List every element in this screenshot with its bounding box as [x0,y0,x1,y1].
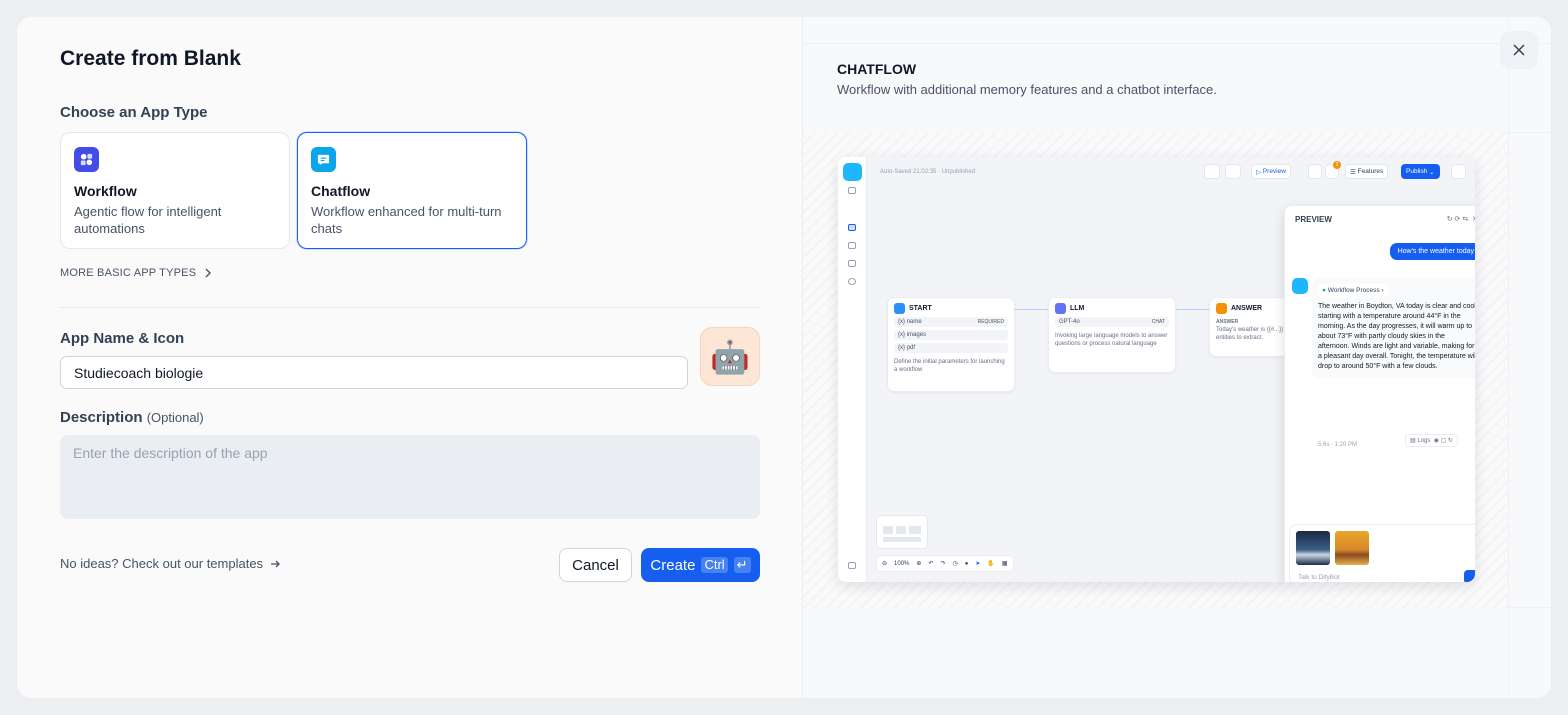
zoom-out-icon: ⊖ [882,561,888,567]
chat-preview-panel: PREVIEW ↻ ⟳ ⇆ ✕ How's the weather today … [1284,205,1475,582]
bot-logo-icon [843,163,862,181]
redo-icon: ↷ [940,561,946,567]
app-name-input[interactable] [60,356,688,389]
chat-preview-header: PREVIEW [1295,215,1332,224]
workflow-icon [74,147,99,172]
description-textarea[interactable] [60,435,760,519]
shortcut-enter: ↵ [733,557,751,573]
note-icon: ● [964,560,969,567]
preview-type-title: CHATFLOW [837,61,917,77]
app-type-workflow-card[interactable]: Workflow Agentic flow for intelligent au… [60,132,290,249]
chevron-right-icon [205,268,212,278]
answer-meta: 5.6s · 1:20 PM [1318,442,1358,448]
layout-icon: ▦ [1001,561,1008,567]
history-icon: ◷ [952,561,958,567]
llm-node: LLM GPT-4o CHAT Invoking large language m… [1048,297,1176,373]
preview-type-description: Workflow with additional memory features… [837,82,1217,97]
zoom-in-icon: ⊕ [916,561,922,567]
chat-input-box: Talk to DifyBot [1289,524,1475,582]
create-app-dialog: Create from Blank Choose an App Type Wor… [17,17,1551,698]
templates-link[interactable]: No ideas? Check out our templates [60,556,281,571]
home-icon [894,303,905,314]
chat-input-placeholder: Talk to DifyBot [1298,574,1340,581]
chatflow-icon [311,147,336,172]
history-icon [1451,164,1466,179]
close-button[interactable] [1500,31,1538,69]
templates-link-label: No ideas? Check out our templates [60,556,264,571]
mountain-thumbnail [1296,531,1330,565]
refresh-icon [1204,164,1220,179]
card-description: Agentic flow for intelligent automations [74,204,222,236]
answer-text: The weather in Boydton, VA today is clea… [1318,303,1475,370]
grid-line [1508,17,1509,698]
robot-icon: 🤖 [710,338,750,375]
history-icon [1308,164,1322,179]
more-app-types-toggle[interactable]: MORE BASIC APP TYPES [60,267,212,279]
divider [60,307,760,308]
workflow-nav-icon [848,224,856,231]
optional-hint: (Optional) [146,410,204,425]
zoom-toolbar: ⊖ 100% ⊕ ↶ ↷ ◷ ● ➤ ✋ ▦ [876,555,1014,572]
undo-icon: ↶ [928,561,934,567]
user-message: How's the weather today [1389,243,1475,260]
create-button-label: Create [650,556,696,574]
dialog-title: Create from Blank [60,47,241,70]
app-type-chatflow-card[interactable]: Chatflow Workflow enhanced for multi-tur… [297,132,527,249]
app-name-label: App Name & Icon [60,330,185,347]
pointer-icon: ➤ [975,561,981,567]
grid-icon [1225,164,1241,179]
answer-icon [1216,303,1227,314]
publish-button: Publish ⌄ [1401,164,1440,179]
card-description: Workflow enhanced for multi-turn chats [311,204,502,236]
app-type-label: Choose an App Type [60,104,208,121]
form-panel: Create from Blank Choose an App Type Wor… [17,17,802,698]
grid-line [803,43,1551,44]
description-label-text: Description [60,409,143,426]
card-title: Workflow [74,183,137,199]
monitor-nav-icon [848,260,856,267]
bot-answer: ● Workflow Process › The weather in Boyd… [1312,278,1475,378]
workflow-preview-image: Auto-Saved 21:02:35 · Unpublished ▷ Prev… [838,157,1475,582]
send-icon [1464,570,1475,582]
create-button[interactable]: Create Ctrl ↵ [641,548,760,582]
edge [1014,309,1050,310]
settings-nav-icon [848,278,856,285]
more-app-types-label: MORE BASIC APP TYPES [60,267,197,279]
minimap [876,515,928,549]
collapse-icon [848,562,856,569]
hand-icon: ✋ [987,561,995,567]
app-icon-picker[interactable]: 🤖 [700,327,760,386]
cancel-button[interactable]: Cancel [559,548,632,582]
desert-thumbnail [1335,531,1369,565]
logs-nav-icon [848,242,856,249]
llm-icon [1055,303,1066,314]
features-button: ☰ Features [1345,164,1389,179]
chat-header-actions: ↻ ⟳ ⇆ ✕ [1446,216,1475,223]
zoom-level: 100% [894,560,910,567]
answer-actions: ▤ Logs ◉ ▢ ↻ [1405,434,1458,447]
preview-tab-button: ▷ Preview [1251,164,1291,179]
edge [1175,309,1211,310]
checklist-badge: 2 [1333,161,1341,169]
description-label: Description (Optional) [60,409,204,426]
start-node: START {x} name REQUIRED {x} images {x} pd… [887,297,1015,392]
shortcut-ctrl: Ctrl [701,557,728,573]
preview-sidebar [838,157,867,582]
autosave-status: Auto-Saved 21:02:35 · Unpublished [880,169,976,175]
swap-icon [848,187,856,194]
workflow-process-badge: ● Workflow Process › [1318,284,1388,298]
preview-panel: CHATFLOW Workflow with additional memory… [802,17,1551,698]
close-icon [1513,44,1525,56]
bot-avatar-icon [1292,278,1308,294]
card-title: Chatflow [311,183,371,199]
arrow-right-icon [271,560,280,567]
